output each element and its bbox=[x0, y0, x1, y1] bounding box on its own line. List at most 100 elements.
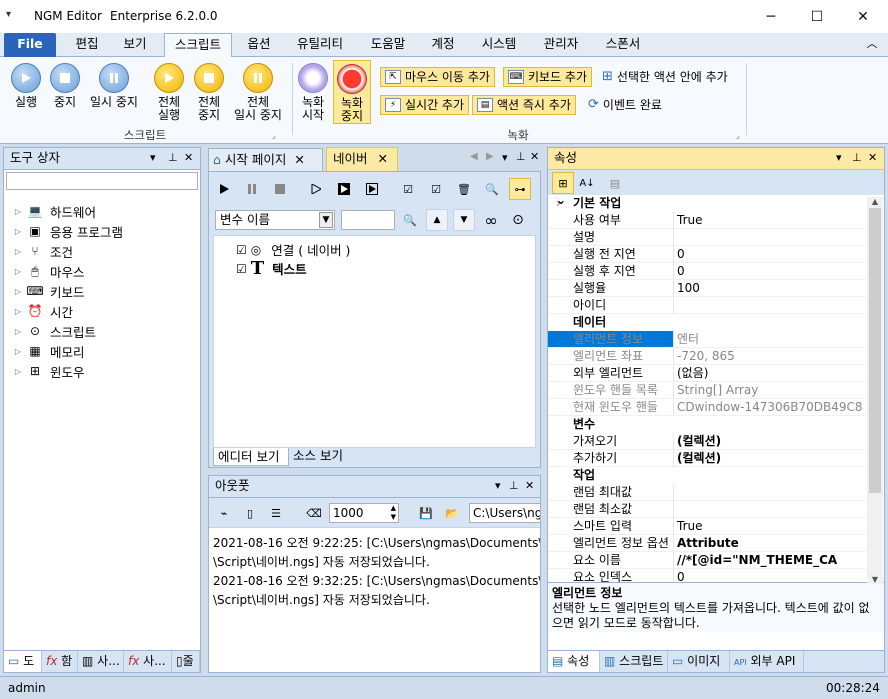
close-tab-icon[interactable]: ✕ bbox=[294, 152, 304, 167]
folder-icon[interactable]: 📂 bbox=[441, 502, 463, 524]
property-row[interactable]: 실행 후 지연 0 bbox=[548, 263, 866, 280]
categorized-icon[interactable]: ⊞ bbox=[552, 172, 574, 194]
tab-source-view[interactable]: 소스 보기 bbox=[289, 448, 349, 466]
run-icon[interactable] bbox=[213, 178, 235, 200]
property-value[interactable] bbox=[674, 501, 866, 518]
toolbox-item-mouse[interactable]: ▷ 🖱 마우스 bbox=[10, 261, 200, 281]
property-row[interactable]: 스마트 입력 True bbox=[548, 518, 866, 535]
tab-list-icon[interactable]: ▾ bbox=[502, 151, 508, 164]
tree-view-icon[interactable]: ⊶ bbox=[509, 178, 531, 200]
check-all-icon[interactable]: ☑ bbox=[397, 178, 419, 200]
move-down-icon[interactable]: ▼ bbox=[453, 209, 475, 231]
toolbox-item-memory[interactable]: ▷ ▦ 메모리 bbox=[10, 341, 200, 361]
toolbox-item-hardware[interactable]: ▷ 💻 하드웨어 bbox=[10, 201, 200, 221]
property-category[interactable]: ⌄ 변수 bbox=[548, 195, 866, 433]
collapse-ribbon-icon[interactable]: ︿ bbox=[860, 33, 884, 57]
close-button[interactable]: ✕ bbox=[840, 0, 886, 33]
stop-all-button[interactable]: 전체 중지 bbox=[190, 63, 228, 122]
document-search-icon[interactable]: ▯ bbox=[239, 502, 261, 524]
save-icon[interactable]: 💾 bbox=[415, 502, 437, 524]
add-keyboard-button[interactable]: ⌨ 키보드 추가 bbox=[503, 67, 593, 87]
tab-properties[interactable]: ▤ 속성 bbox=[548, 651, 600, 672]
property-row[interactable]: 랜덤 최소값 bbox=[548, 501, 866, 518]
tab-image[interactable]: ▭ 이미지 bbox=[668, 651, 730, 672]
toolbox-item-time[interactable]: ▷ ⏰ 시간 bbox=[10, 301, 200, 321]
menu-admin[interactable]: 관리자 bbox=[534, 33, 588, 57]
tab-naver[interactable]: 네이버 ✕ bbox=[326, 147, 398, 171]
menu-file[interactable]: File bbox=[4, 33, 56, 57]
property-value[interactable]: CDwindow-147306B70DB49C8 bbox=[674, 399, 866, 416]
tab-toolbox[interactable]: ▭ 도 bbox=[4, 651, 42, 672]
pause-all-button[interactable]: 전체 일시 중지 bbox=[230, 63, 286, 122]
path-input[interactable]: C:\Users\ngm bbox=[469, 503, 541, 523]
variable-name-select[interactable]: 변수 이름 ▼ bbox=[215, 210, 335, 230]
close-icon[interactable]: ✕ bbox=[530, 150, 539, 163]
line-count-input[interactable]: 1000 ▲ ▼ bbox=[329, 503, 399, 523]
property-row[interactable]: 설명 bbox=[548, 229, 866, 246]
menu-script[interactable]: 스크립트 bbox=[164, 33, 232, 58]
scrollbar-thumb[interactable] bbox=[869, 208, 881, 493]
step-icon[interactable] bbox=[305, 178, 327, 200]
dropdown-icon[interactable]: ▾ bbox=[495, 476, 501, 496]
move-up-icon[interactable]: ▲ bbox=[426, 209, 448, 231]
property-row[interactable]: 가져오기 (컬렉션) bbox=[548, 433, 866, 450]
record-start-button[interactable]: 녹화 시작 bbox=[296, 63, 330, 122]
menu-edit[interactable]: 편집 bbox=[64, 33, 110, 57]
tree-node-text[interactable]: ☑ T 텍스트 bbox=[236, 258, 307, 279]
close-icon[interactable]: ✕ bbox=[525, 476, 534, 496]
toolbox-item-keyboard[interactable]: ▷ ⌨ 키보드 bbox=[10, 281, 200, 301]
stop-icon[interactable] bbox=[269, 178, 291, 200]
pin-icon[interactable]: ⊥ bbox=[509, 476, 519, 496]
toolbox-search-input[interactable] bbox=[6, 172, 198, 190]
record-dialog-launcher-icon[interactable]: ⌟ bbox=[736, 131, 740, 140]
tab-line[interactable]: ▯줄 bbox=[172, 651, 200, 672]
pin-icon[interactable]: ⊥ bbox=[516, 150, 526, 163]
property-row[interactable]: 외부 엘리먼트 (없음) bbox=[548, 365, 866, 382]
dialog-launcher-icon[interactable]: ⌟ bbox=[272, 131, 276, 140]
variable-value-input[interactable] bbox=[341, 210, 395, 230]
property-value[interactable] bbox=[674, 297, 866, 314]
menu-options[interactable]: 옵션 bbox=[236, 33, 282, 57]
property-value[interactable] bbox=[674, 484, 866, 501]
checkbox-checked-icon[interactable]: ☑ bbox=[236, 243, 247, 257]
search-icon[interactable]: 🔍 bbox=[399, 209, 421, 231]
dropdown-icon[interactable]: ▾ bbox=[836, 148, 842, 168]
tree-node-connect[interactable]: ☑ ◎ 연결 ( 네이버 ) bbox=[236, 240, 350, 259]
tab-start-page[interactable]: ⌂ 시작 페이지 ✕ bbox=[208, 148, 323, 171]
list-icon[interactable]: ☰ bbox=[265, 502, 287, 524]
toolbox-item-condition[interactable]: ▷ ⑂ 조건 bbox=[10, 241, 200, 261]
pause-button[interactable]: 일시 중지 bbox=[86, 63, 142, 109]
property-category[interactable]: ⌄ 기본 작업 bbox=[548, 195, 866, 212]
tab-user-2[interactable]: fx 사... bbox=[124, 651, 172, 672]
toolbox-item-window[interactable]: ▷ ⊞ 윈도우 bbox=[10, 361, 200, 381]
run-from-icon[interactable] bbox=[361, 178, 383, 200]
scroll-up-icon[interactable]: ▲ bbox=[867, 197, 883, 206]
property-value[interactable]: (컬렉션) bbox=[674, 433, 866, 450]
property-value[interactable]: //*[@id="NM_THEME_CA bbox=[674, 552, 866, 569]
tab-editor-view[interactable]: 에디터 보기 bbox=[213, 448, 289, 466]
toolbox-item-script[interactable]: ▷ ⊙ 스크립트 bbox=[10, 321, 200, 341]
property-row[interactable]: 요소 이름//*[@id="NM_THEME_CA bbox=[548, 552, 866, 569]
run-selected-icon[interactable] bbox=[333, 178, 355, 200]
property-row[interactable]: 추가하기 (컬렉션) bbox=[548, 450, 866, 467]
property-row[interactable]: 실행 전 지연 0 bbox=[548, 246, 866, 263]
property-scrollbar[interactable]: ▲ ▼ bbox=[867, 197, 883, 584]
maximize-button[interactable]: ☐ bbox=[794, 0, 840, 33]
scroll-down-icon[interactable]: ▼ bbox=[867, 575, 883, 584]
run-button[interactable]: 실행 bbox=[6, 63, 46, 109]
run-all-button[interactable]: 전체 실행 bbox=[150, 63, 188, 122]
property-row[interactable]: 사용 여부 True bbox=[548, 212, 866, 229]
search-icon[interactable]: 🔍 bbox=[481, 178, 503, 200]
tab-script[interactable]: ▥ 스크립트 bbox=[600, 651, 668, 672]
property-value[interactable]: Attribute bbox=[674, 535, 866, 552]
more-icon[interactable]: ⊙ bbox=[507, 209, 529, 231]
menu-utility[interactable]: 유틸리티 bbox=[288, 33, 352, 57]
property-value[interactable]: 0 bbox=[674, 263, 866, 280]
toolbox-item-application[interactable]: ▷ ▣ 응용 프로그램 bbox=[10, 221, 200, 241]
property-value[interactable]: (없음) bbox=[674, 365, 866, 382]
property-row[interactable]: › 윈도우 핸들 목록 String[] Array bbox=[548, 196, 866, 399]
spinner-icon[interactable]: ▲ ▼ bbox=[391, 504, 396, 522]
menu-help[interactable]: 도움말 bbox=[362, 33, 414, 57]
menu-system[interactable]: 시스템 bbox=[472, 33, 526, 57]
menu-account[interactable]: 계정 bbox=[422, 33, 464, 57]
